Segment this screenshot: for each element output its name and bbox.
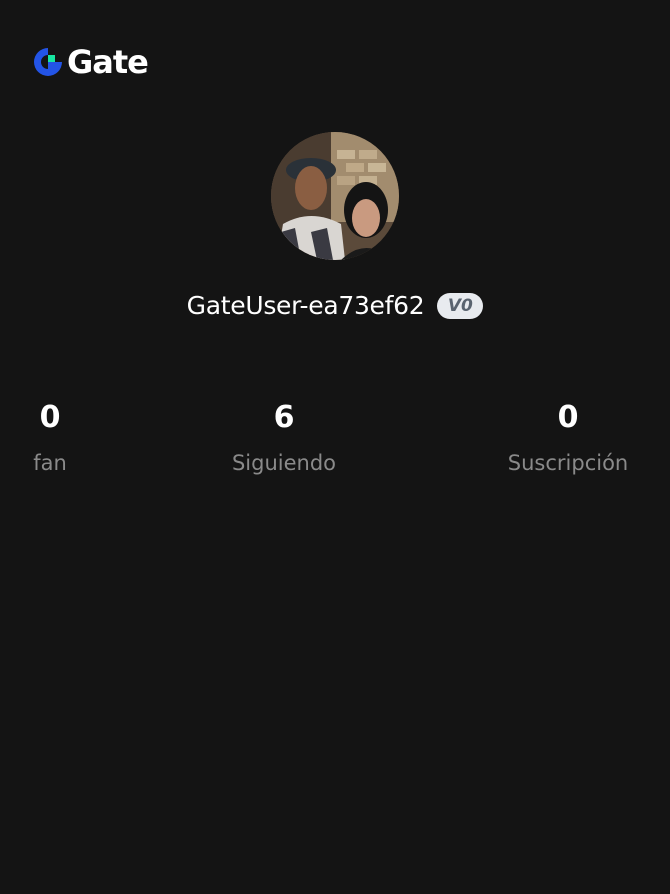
following-count: 6 <box>273 400 295 435</box>
logo-wordmark: Gate <box>67 43 149 81</box>
avatar-photo <box>271 132 399 260</box>
profile-page: Gate GateUser-ea73ef62 V0 0 fan 6 Siguie… <box>0 0 670 894</box>
fans-label: fan <box>33 451 67 475</box>
username-row: GateUser-ea73ef62 V0 <box>0 288 670 324</box>
avatar[interactable] <box>271 132 399 260</box>
subscriptions-label: Suscripción <box>507 451 629 475</box>
username: GateUser-ea73ef62 <box>186 291 425 320</box>
vip-level-badge[interactable]: V0 <box>437 293 484 319</box>
gate-logo-icon <box>34 48 62 76</box>
subscriptions-count: 0 <box>557 400 579 435</box>
following-label: Siguiendo <box>231 451 337 475</box>
stat-fans[interactable]: 0 fan <box>0 396 140 478</box>
gate-logo[interactable]: Gate <box>32 43 149 81</box>
fans-count: 0 <box>39 400 61 435</box>
stat-following[interactable]: 6 Siguiendo <box>194 396 374 478</box>
stat-subscriptions[interactable]: 0 Suscripción <box>478 396 658 478</box>
